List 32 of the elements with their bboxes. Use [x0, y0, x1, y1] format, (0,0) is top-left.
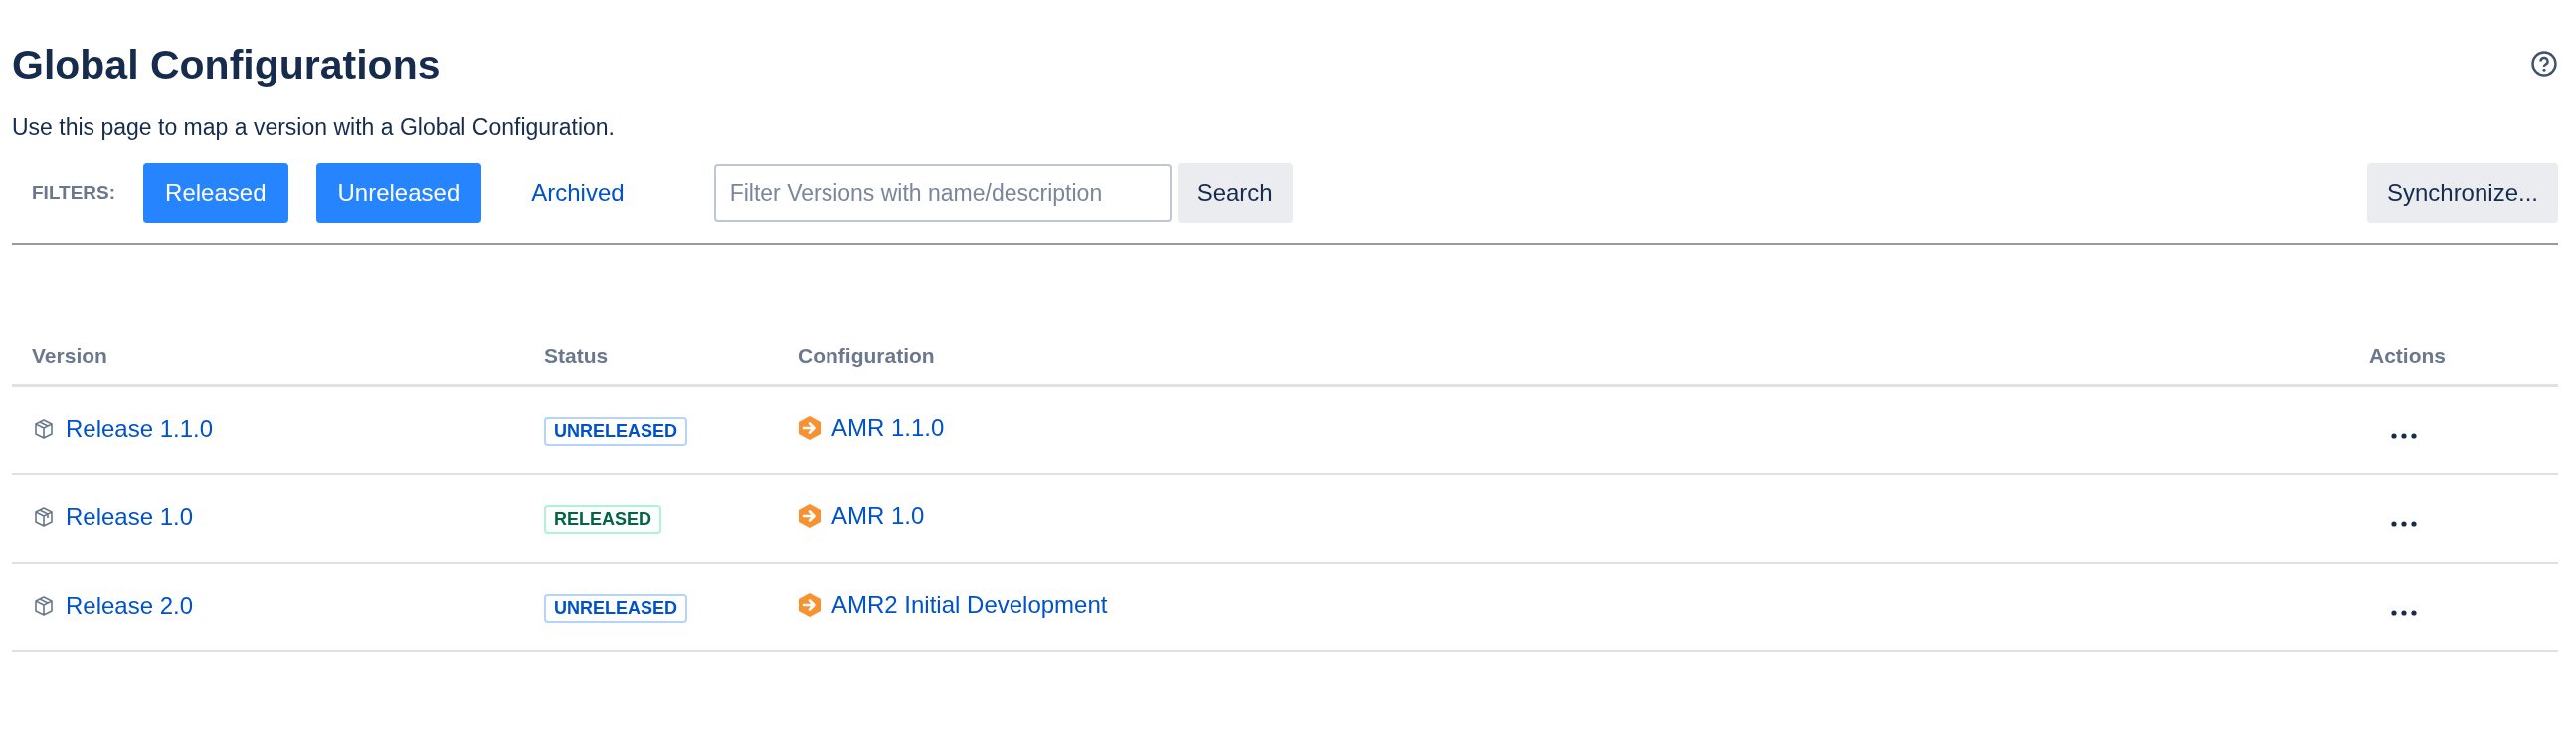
open-box-icon: [32, 504, 56, 529]
page-description: Use this page to map a version with a Global Configuration.: [12, 114, 616, 141]
status-lozenge: RELEASED: [544, 505, 661, 534]
status-lozenge: UNRELEASED: [544, 594, 687, 623]
more-icon[interactable]: [2391, 432, 2417, 439]
page-title: Global Configurations: [12, 42, 441, 89]
column-header: Version: [32, 344, 107, 367]
version-link[interactable]: Release 1.1.0: [66, 414, 214, 443]
box-icon: [32, 416, 56, 441]
synchronize-button[interactable]: Synchronize...: [2366, 163, 2558, 223]
search-button[interactable]: Search: [1177, 163, 1293, 223]
box-icon: [32, 593, 56, 618]
configuration-link[interactable]: AMR 1.1.0: [831, 414, 945, 442]
configuration-link[interactable]: AMR2 Initial Development: [831, 591, 1108, 619]
help-icon[interactable]: [2530, 50, 2558, 78]
version-link[interactable]: Release 2.0: [66, 591, 194, 620]
more-icon[interactable]: [2391, 609, 2417, 616]
column-header: Actions: [2369, 344, 2446, 367]
status-lozenge: UNRELEASED: [544, 417, 687, 446]
version-link[interactable]: Release 1.0: [66, 502, 194, 531]
arrow-hexagon-icon: [798, 503, 822, 529]
configuration-link[interactable]: AMR 1.0: [831, 502, 925, 530]
filter-button[interactable]: Released: [143, 163, 288, 223]
arrow-hexagon-icon: [798, 415, 822, 441]
filter-button[interactable]: Unreleased: [315, 163, 482, 223]
arrow-hexagon-icon: [798, 592, 822, 618]
filter-button[interactable]: Archived: [509, 163, 646, 223]
filter-field[interactable]: Filter Versions with name/description: [713, 164, 1172, 222]
column-header: Configuration: [798, 344, 935, 367]
more-icon[interactable]: [2391, 520, 2417, 527]
filters-label: FILTERS:: [32, 182, 116, 204]
column-header: Status: [544, 344, 609, 367]
